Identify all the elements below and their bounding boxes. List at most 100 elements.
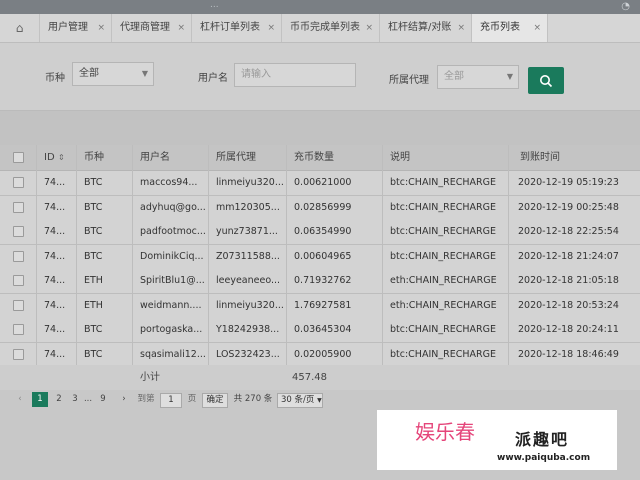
close-icon[interactable]: × [97, 14, 105, 42]
page-3[interactable]: 3 [70, 392, 80, 407]
cell-coin: BTC [84, 226, 103, 237]
cell-user: DominikCiq... [140, 250, 204, 262]
column-divider [36, 145, 37, 365]
column-header[interactable]: ID [44, 145, 55, 170]
row-checkbox[interactable] [13, 201, 24, 213]
cell-agent: leeyeaneeo... [216, 275, 281, 286]
row-checkbox[interactable] [13, 226, 24, 237]
currency-select-value: 全部 [79, 68, 99, 79]
table-row[interactable]: 74... BTC padfootmoc... yunz73871... 0.06354… [0, 220, 640, 245]
cell-amount: 0.00621000 [294, 177, 352, 188]
subtotal-value: 457.48 [292, 372, 327, 383]
close-icon[interactable]: × [267, 14, 275, 42]
tab-agent-management[interactable]: 代理商管理 × [112, 14, 192, 42]
cell-agent: Z07311588... [216, 250, 280, 262]
goto-page-input[interactable]: 1 [160, 393, 182, 408]
page-9[interactable]: 9 [97, 392, 109, 407]
cell-id: 74... [44, 177, 66, 188]
select-all-checkbox[interactable] [13, 152, 24, 163]
cell-agent: linmeiyu320... [216, 299, 284, 311]
tab-bar: ⌂ 用户管理 × 代理商管理 × 杠杆订单列表 × 币币完成单列表 × 杠杆结算/对账 ×… [0, 14, 640, 43]
page-size-value: 30 条/页 [281, 395, 315, 405]
tab-coin-completed-orders[interactable]: 币币完成单列表 × [282, 14, 380, 42]
username-label: 用户名 [198, 73, 228, 84]
currency-label: 币种 [45, 73, 65, 84]
page-2[interactable]: 2 [52, 392, 66, 407]
total-count: 共 270 条 [233, 394, 273, 404]
toolbar-strip [0, 110, 640, 146]
row-checkbox[interactable] [13, 348, 24, 360]
cell-user: maccos94... [140, 177, 198, 188]
cell-coin: ETH [84, 299, 103, 311]
table-row[interactable]: 74... BTC sqasimali12... LOS232423... 0.0200… [0, 342, 640, 368]
close-icon[interactable]: × [177, 14, 185, 42]
page-ellipsis: ... [83, 394, 93, 404]
cell-agent: mm120305... [216, 201, 280, 213]
cell-amount: 0.03645304 [294, 324, 352, 335]
confirm-button[interactable]: 确定 [202, 393, 228, 408]
cell-time: 2020-12-19 05:19:23 [518, 177, 619, 188]
row-checkbox[interactable] [13, 250, 24, 262]
cell-id: 74... [44, 324, 66, 335]
column-header: 用户名 [140, 152, 170, 163]
table-row[interactable]: 74... ETH SpiritBlu1@... leeyeaneeo... 0.719… [0, 269, 640, 294]
page-size-select[interactable]: 30 条/页 ▼ [277, 393, 323, 408]
row-checkbox[interactable] [13, 324, 24, 335]
cell-user: portogaska... [140, 324, 203, 335]
cell-time: 2020-12-18 20:53:24 [518, 299, 619, 311]
column-divider [382, 145, 383, 365]
watermark-brand-left: 娱乐春 [415, 420, 475, 444]
cell-coin: BTC [84, 201, 103, 213]
cell-coin: BTC [84, 324, 103, 335]
cell-amount: 1.76927581 [294, 299, 352, 311]
cell-id: 74... [44, 226, 66, 237]
table-row[interactable]: 74... BTC maccos94... linmeiyu320... 0.00621… [0, 171, 640, 196]
tab-label: 杠杆订单列表 [200, 22, 260, 33]
table-row[interactable]: 74... BTC portogaska... Y18242938... 0.03645… [0, 318, 640, 343]
cell-id: 74... [44, 299, 66, 311]
username-input[interactable]: 请输入 [234, 63, 356, 87]
close-icon[interactable]: × [533, 14, 541, 42]
prev-page-icon[interactable]: ‹ [14, 392, 26, 407]
chevron-down-icon: ▼ [506, 72, 513, 81]
cell-coin: BTC [84, 250, 103, 262]
column-header: 所属代理 [216, 152, 256, 163]
home-icon[interactable]: ⌂ [0, 14, 40, 42]
next-page-icon[interactable]: › [118, 392, 130, 407]
cell-note: btc:CHAIN_RECHARGE [390, 226, 496, 237]
theme-icon[interactable]: ◔ [621, 1, 630, 12]
cell-time: 2020-12-19 00:25:48 [518, 201, 619, 213]
tab-leverage-orders[interactable]: 杠杆订单列表 × [192, 14, 282, 42]
cell-note: eth:CHAIN_RECHARGE [390, 275, 497, 286]
table-row[interactable]: 74... ETH weidmann.... linmeiyu320... 1.7692… [0, 293, 640, 319]
sort-icon[interactable]: ⇕ [58, 145, 65, 170]
currency-select[interactable]: 全部 ▼ [72, 62, 154, 86]
row-checkbox[interactable] [13, 299, 24, 311]
tab-deposit-list[interactable]: 充币列表 × [472, 14, 548, 42]
close-icon[interactable]: × [457, 14, 465, 42]
agent-label: 所属代理 [389, 75, 429, 86]
column-divider [132, 145, 133, 365]
agent-select[interactable]: 全部 ▼ [437, 65, 519, 89]
cell-user: SpiritBlu1@... [140, 275, 205, 286]
cell-amount: 0.00604965 [294, 250, 352, 262]
tab-leverage-settlement[interactable]: 杠杆结算/对账 × [380, 14, 472, 42]
search-button[interactable] [528, 67, 564, 94]
page-1[interactable]: 1 [32, 392, 48, 407]
chevron-down-icon: ▼ [317, 397, 322, 404]
table-row[interactable]: 74... BTC adyhuq@go... mm120305... 0.0285699… [0, 195, 640, 221]
table-row[interactable]: 74... BTC DominikCiq... Z07311588... 0.00604… [0, 244, 640, 270]
cell-coin: BTC [84, 177, 103, 188]
cell-time: 2020-12-18 22:25:54 [518, 226, 619, 237]
row-checkbox[interactable] [13, 177, 24, 188]
subtotal-row: 小计 457.48 [0, 365, 640, 391]
watermark-brand-right: 派趣吧 [515, 430, 570, 449]
cell-id: 74... [44, 250, 66, 262]
row-checkbox[interactable] [13, 275, 24, 286]
window-top-strip: ... ◔ [0, 0, 640, 14]
goto-label: 到第 [137, 394, 155, 404]
watermark-logo: 娱乐春 派趣吧 www.paiquba.com [377, 410, 617, 470]
tab-user-management[interactable]: 用户管理 × [40, 14, 112, 42]
cell-user: weidmann.... [140, 299, 202, 311]
close-icon[interactable]: × [365, 14, 373, 42]
